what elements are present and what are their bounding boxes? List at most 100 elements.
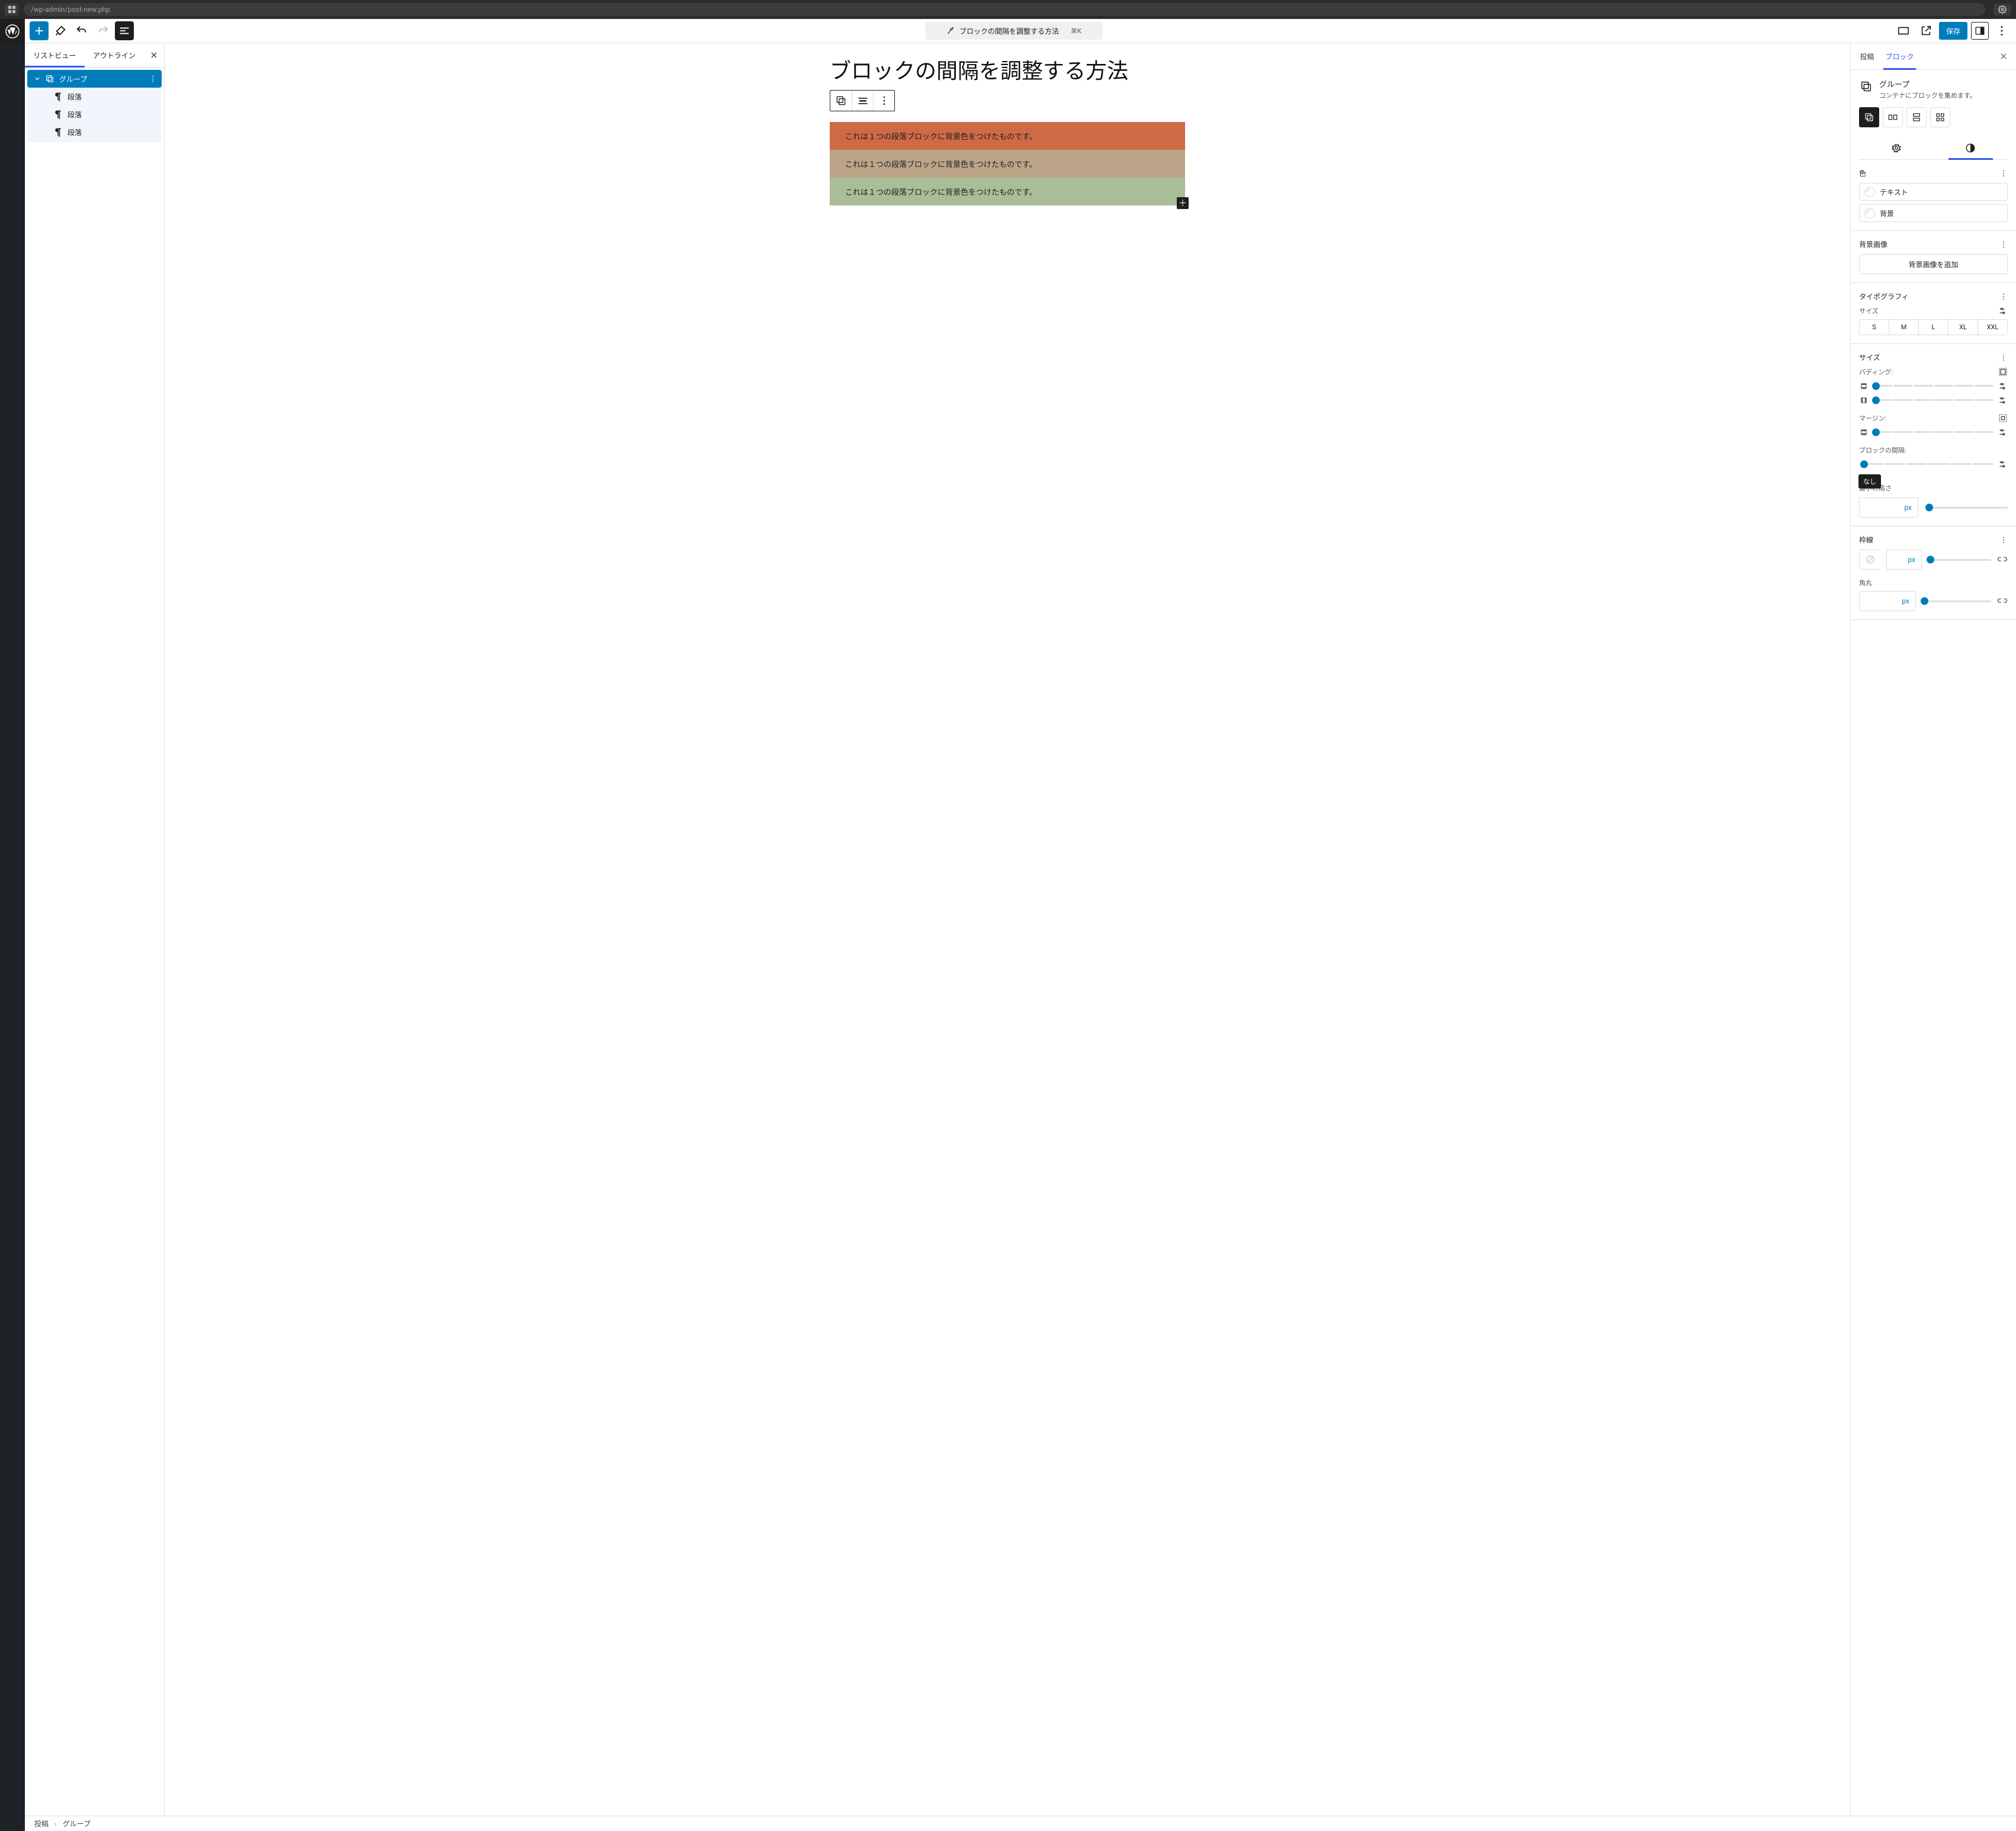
- close-inspector[interactable]: [1991, 43, 2016, 69]
- tree-item-label: 段落: [68, 110, 82, 120]
- tree-item-more[interactable]: [149, 75, 157, 83]
- padding-v-custom[interactable]: [1998, 381, 2008, 391]
- padding-link-toggle[interactable]: [1998, 367, 2008, 377]
- border-radius-slider[interactable]: [1922, 600, 1991, 602]
- tab-outline[interactable]: アウトライン: [85, 43, 145, 67]
- save-button[interactable]: 保存: [1939, 22, 1967, 40]
- variant-group[interactable]: [1859, 107, 1879, 127]
- font-size-l[interactable]: L: [1918, 320, 1948, 335]
- radius-unlink-button[interactable]: [1997, 596, 2008, 606]
- paragraph-block[interactable]: これは１つの段落ブロックに背景色をつけたものです。: [830, 178, 1185, 205]
- typography-size-toggle[interactable]: [1998, 306, 2008, 316]
- border-options-button[interactable]: [1999, 536, 2008, 544]
- tab-list-view[interactable]: リストビュー: [25, 43, 85, 67]
- size-options-button[interactable]: [1999, 354, 2008, 362]
- tree-item-paragraph[interactable]: 段落: [30, 105, 159, 123]
- border-width-input[interactable]: px: [1886, 550, 1922, 570]
- add-bg-image-button[interactable]: 背景画像を追加: [1859, 254, 2008, 274]
- min-height-input[interactable]: px: [1859, 497, 1918, 518]
- preview-open-button[interactable]: [1917, 21, 1935, 40]
- color-background-label: 背景: [1880, 208, 1894, 219]
- block-desc: コンテナにブロックを集めます。: [1879, 91, 1976, 100]
- margin-label: マージン:: [1859, 413, 1886, 423]
- block-gap-label: ブロックの間隔:: [1859, 445, 1906, 455]
- font-size-xl[interactable]: XL: [1948, 320, 1978, 335]
- border-color-swatch[interactable]: [1859, 550, 1880, 570]
- min-height-slider[interactable]: [1927, 507, 2008, 509]
- group-icon: [44, 74, 56, 83]
- breadcrumb-post[interactable]: 投稿: [34, 1819, 49, 1829]
- tree-item-group[interactable]: グループ: [27, 70, 162, 88]
- tab-post[interactable]: 投稿: [1851, 43, 1883, 69]
- wordpress-logo[interactable]: [0, 19, 25, 43]
- tab-styles[interactable]: [1934, 137, 2008, 159]
- gap-custom[interactable]: [1998, 460, 2008, 469]
- section-title-typography: タイポグラフィ: [1859, 291, 1909, 301]
- padding-vertical-icon: [1859, 382, 1869, 390]
- section-title-size: サイズ: [1859, 352, 1880, 362]
- tab-settings[interactable]: [1859, 137, 1934, 159]
- margin-vertical-slider[interactable]: [1859, 428, 2008, 437]
- group-icon: [1859, 79, 1873, 94]
- section-title-border: 枠線: [1859, 535, 1873, 545]
- border-unlink-button[interactable]: [1997, 554, 2008, 565]
- align-button[interactable]: [852, 91, 873, 111]
- close-list-view[interactable]: [144, 43, 164, 67]
- post-title-heading[interactable]: ブロックの間隔を調整する方法: [830, 57, 1185, 85]
- typography-options-button[interactable]: [1999, 293, 2008, 301]
- margin-link-toggle[interactable]: [1998, 413, 2008, 423]
- view-button[interactable]: [1894, 21, 1913, 40]
- color-options-button[interactable]: [1999, 169, 2008, 178]
- paragraph-icon: [52, 92, 64, 101]
- variant-grid[interactable]: [1930, 107, 1950, 127]
- border-width-slider[interactable]: [1928, 559, 1991, 561]
- tab-block[interactable]: ブロック: [1883, 43, 1916, 69]
- border-radius-input[interactable]: px: [1859, 591, 1916, 611]
- ui-grid-icon[interactable]: [5, 4, 19, 15]
- typography-size-label: サイズ: [1859, 306, 1879, 316]
- color-text-button[interactable]: テキスト: [1859, 183, 2008, 201]
- add-block-inside-button[interactable]: ＋: [1177, 197, 1189, 209]
- font-size-xxl[interactable]: XXL: [1978, 320, 2007, 335]
- tree-item-paragraph[interactable]: 段落: [30, 88, 159, 105]
- color-background-button[interactable]: 背景: [1859, 204, 2008, 222]
- browser-bar: /wp-admin/post-new.php: [0, 0, 2016, 19]
- variant-stack[interactable]: [1906, 107, 1927, 127]
- padding-horizontal-slider[interactable]: [1859, 396, 2008, 405]
- paragraph-block[interactable]: これは１つの段落ブロックに背景色をつけたものです。: [830, 122, 1185, 150]
- add-block-button[interactable]: [30, 21, 49, 40]
- toggle-sidebar-button[interactable]: [1971, 22, 1989, 40]
- font-size-s[interactable]: S: [1860, 320, 1889, 335]
- padding-vertical-slider[interactable]: [1859, 381, 2008, 391]
- document-overview-button[interactable]: [115, 21, 134, 40]
- margin-v-custom[interactable]: [1998, 428, 2008, 437]
- block-more-button[interactable]: [873, 91, 894, 111]
- undo-button[interactable]: [72, 21, 91, 40]
- browser-url-text: /wp-admin/post-new.php: [31, 5, 110, 14]
- font-size-m[interactable]: M: [1889, 320, 1918, 335]
- tree-item-label: 段落: [68, 92, 82, 102]
- browser-settings-icon[interactable]: [1993, 4, 2011, 15]
- group-block[interactable]: これは１つの段落ブロックに背景色をつけたものです。 これは１つの段落ブロックに背…: [830, 122, 1185, 205]
- paragraph-block[interactable]: これは１つの段落ブロックに背景色をつけたものです。: [830, 150, 1185, 178]
- variant-row[interactable]: [1883, 107, 1903, 127]
- more-options-button[interactable]: [1992, 21, 2011, 40]
- bgimage-options-button[interactable]: [1999, 240, 2008, 249]
- tree-item-paragraph[interactable]: 段落: [30, 123, 159, 141]
- tools-button[interactable]: [51, 21, 70, 40]
- block-parent-button[interactable]: [830, 91, 852, 111]
- browser-url[interactable]: /wp-admin/post-new.php: [24, 3, 1985, 16]
- block-gap-slider[interactable]: なし: [1859, 460, 2008, 469]
- breadcrumbs: 投稿 › グループ: [25, 1816, 2016, 1831]
- gap-tooltip: なし: [1858, 474, 1881, 489]
- editor-top-toolbar: ブロックの間隔を調整する方法 ⌘K 保存: [25, 19, 2016, 43]
- title-pill[interactable]: ブロックの間隔を調整する方法 ⌘K: [925, 22, 1103, 40]
- chevron-down-icon: [33, 75, 41, 82]
- editor-canvas[interactable]: ブロックの間隔を調整する方法 これは１つの段落ブロックに背景色を: [165, 43, 1850, 1816]
- section-title-bgimage: 背景画像: [1859, 239, 1887, 249]
- padding-h-custom[interactable]: [1998, 396, 2008, 405]
- font-size-segment[interactable]: S M L XL XXL: [1859, 319, 2008, 335]
- breadcrumb-group[interactable]: グループ: [63, 1819, 91, 1829]
- section-title-color: 色: [1859, 168, 1866, 178]
- redo-button[interactable]: [94, 21, 113, 40]
